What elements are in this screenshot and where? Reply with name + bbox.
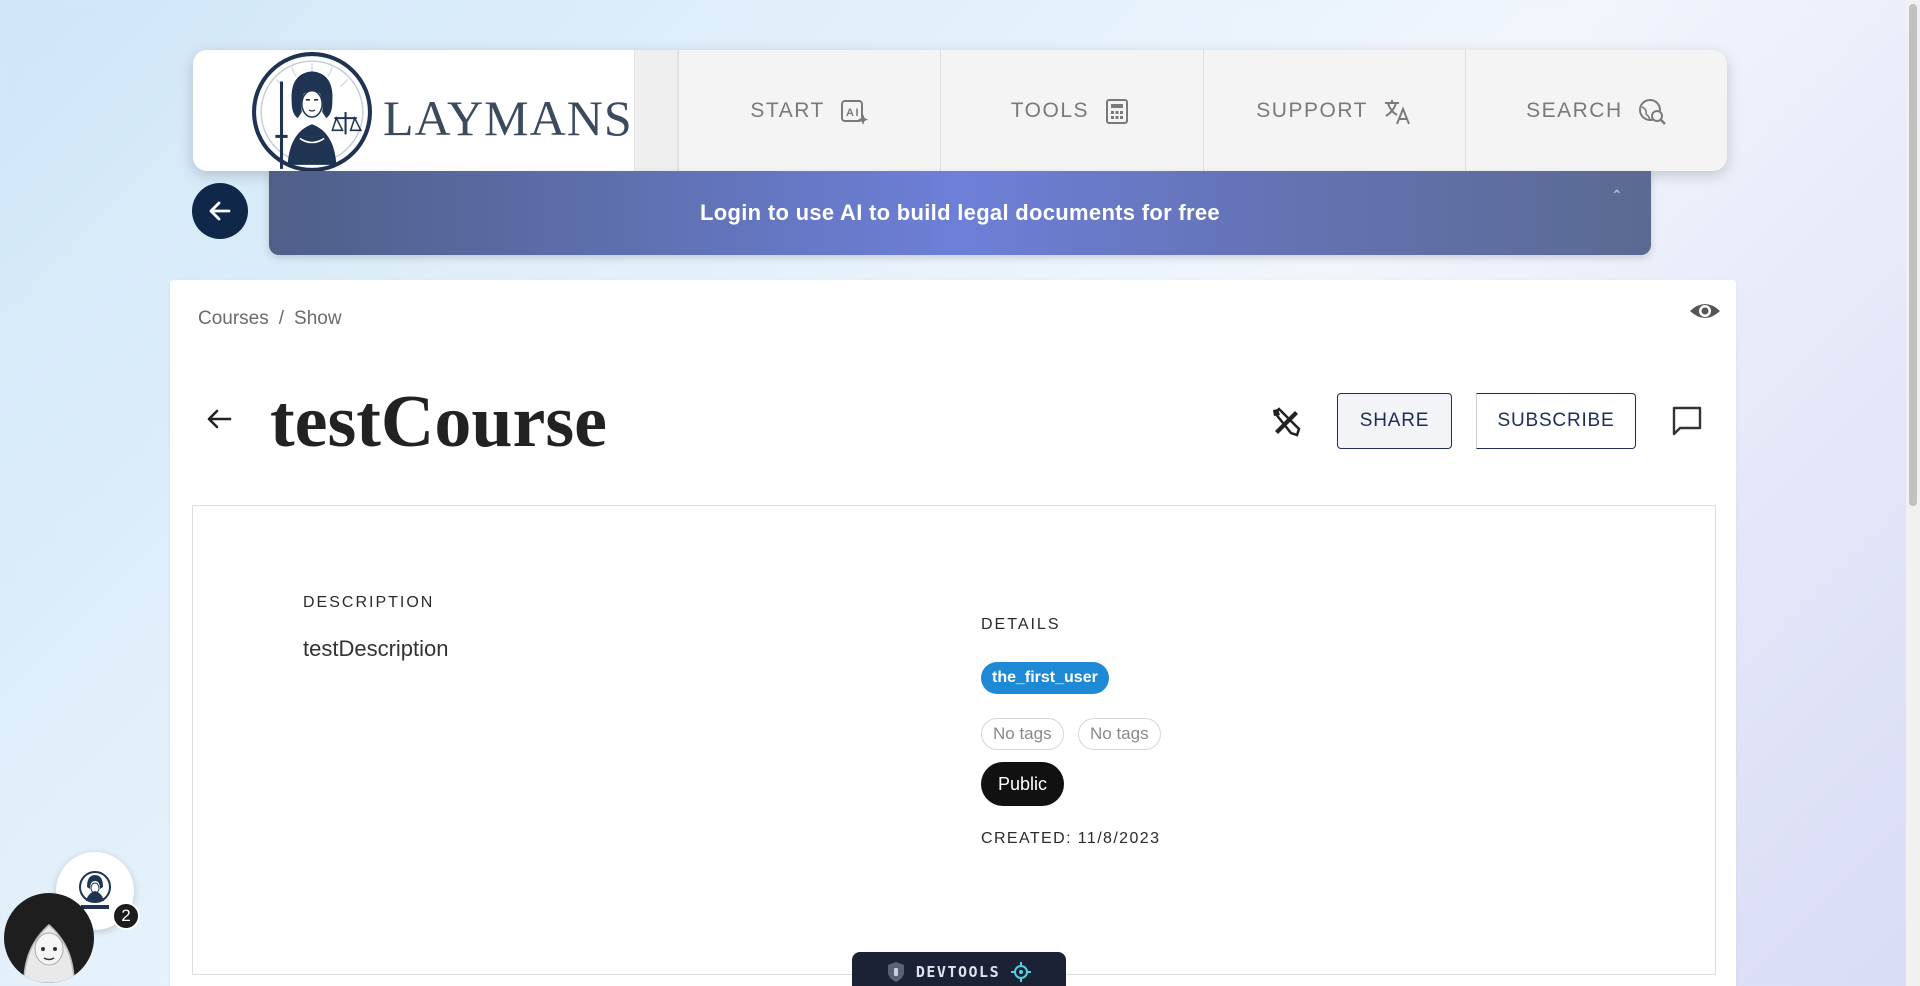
nav-divider — [634, 50, 678, 171]
brand-logo[interactable]: LAYMANS — [193, 50, 634, 171]
course-panel: Courses / Show testCourse SHARE SUBSCRIBE … — [170, 280, 1736, 986]
arrow-left-icon — [209, 201, 231, 221]
breadcrumb-separator: / — [278, 308, 285, 329]
created-label: CREATED: — [981, 830, 1072, 847]
course-details-card: DESCRIPTION testDescription DETAILS the_… — [192, 505, 1716, 975]
devtools-label: DEVTOOLS — [915, 963, 1001, 981]
description-label: DESCRIPTION — [303, 594, 435, 611]
top-navigation: LAYMANS START AI TOOLS SUPPORT SEARCH — [193, 50, 1727, 171]
owner-chip[interactable]: the_first_user — [981, 662, 1109, 694]
nav-start[interactable]: START AI — [678, 50, 940, 171]
login-banner-text: Login to use AI to build legal documents… — [700, 200, 1220, 225]
nav-search[interactable]: SEARCH — [1464, 50, 1727, 171]
details-label: DETAILS — [981, 616, 1061, 633]
design-tools-icon[interactable] — [1270, 406, 1302, 438]
breadcrumb-courses[interactable]: Courses — [198, 308, 269, 329]
devtools-toolbar[interactable]: DEVTOOLS — [852, 952, 1066, 986]
notification-count-badge: 2 — [112, 902, 140, 930]
created-value: 11/8/2023 — [1077, 830, 1161, 847]
subscribe-button[interactable]: SUBSCRIBE — [1476, 393, 1636, 449]
shield-icon — [887, 962, 904, 982]
svg-text:AI: AI — [846, 107, 860, 119]
share-button[interactable]: SHARE — [1337, 393, 1452, 449]
collapse-caret-icon[interactable]: ⌃ — [1611, 187, 1623, 204]
arrow-left-icon[interactable] — [204, 404, 234, 434]
visibility-badge: Public — [981, 762, 1065, 806]
tag-chip: No tags — [981, 718, 1064, 750]
eye-icon[interactable] — [1688, 294, 1722, 328]
brand-name: LAYMANS — [383, 89, 633, 146]
back-button[interactable] — [192, 183, 248, 239]
nav-start-label: START — [750, 98, 825, 122]
user-avatar-button[interactable] — [4, 893, 94, 983]
page-title: testCourse — [270, 381, 608, 463]
nav-support-label: SUPPORT — [1256, 98, 1368, 122]
crosshair-icon[interactable] — [1010, 961, 1032, 983]
nav-search-label: SEARCH — [1526, 98, 1623, 122]
nav-tools-label: TOOLS — [1010, 98, 1090, 122]
lady-justice-emblem-icon — [252, 51, 372, 171]
avatar-icon — [23, 924, 75, 983]
calculator-icon — [1106, 98, 1129, 124]
tag-chip: No tags — [1078, 718, 1161, 750]
scrollbar-thumb[interactable] — [1909, 4, 1917, 506]
breadcrumb: Courses / Show — [198, 308, 342, 330]
ai-sparkle-icon: AI — [840, 99, 868, 125]
created-date: CREATED: 11/8/2023 — [981, 830, 1160, 848]
translate-icon — [1384, 99, 1410, 124]
breadcrumb-show: Show — [294, 308, 342, 329]
comment-icon[interactable] — [1670, 404, 1704, 438]
description-value: testDescription — [303, 636, 449, 661]
nav-tools[interactable]: TOOLS — [940, 50, 1202, 171]
login-banner[interactable]: Login to use AI to build legal documents… — [269, 171, 1651, 255]
nav-support[interactable]: SUPPORT — [1202, 50, 1465, 171]
page-scrollbar[interactable] — [1906, 0, 1920, 986]
globe-search-icon — [1638, 98, 1666, 125]
